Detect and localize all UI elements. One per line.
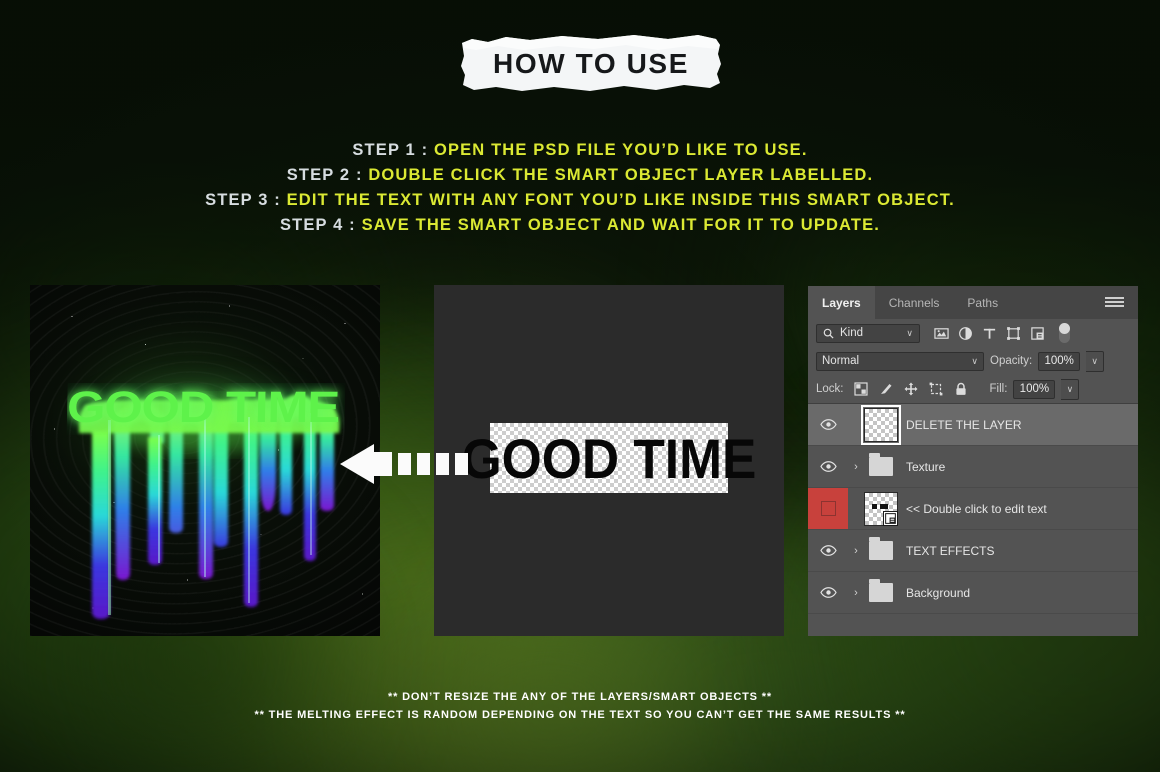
filter-icon-group: [934, 323, 1070, 343]
glyph-mark: [880, 503, 888, 509]
layer-list: DELETE THE LAYER › Texture << Double cli…: [808, 403, 1138, 614]
step-item: STEP 2 : DOUBLE CLICK THE SMART OBJECT L…: [0, 163, 1160, 188]
eye-icon: [819, 545, 837, 556]
chevron-right-icon[interactable]: ›: [848, 587, 864, 599]
layer-row-text-effects[interactable]: › TEXT EFFECTS: [808, 530, 1138, 572]
lock-transparent-pixels-icon[interactable]: [853, 382, 868, 396]
folder-icon: [869, 579, 893, 602]
footer-note: ** DON’T RESIZE THE ANY OF THE LAYERS/SM…: [387, 691, 773, 703]
step-item: STEP 4 : SAVE THE SMART OBJECT AND WAIT …: [0, 213, 1160, 238]
step-item: STEP 3 : EDIT THE TEXT WITH ANY FONT YOU…: [0, 188, 1160, 213]
panel-tab-bar: Layers Channels Paths: [808, 286, 1138, 319]
layer-row-texture[interactable]: › Texture: [808, 446, 1138, 488]
layer-visibility-toggle[interactable]: [808, 488, 848, 529]
tab-layers[interactable]: Layers: [808, 286, 875, 319]
smart-object-text: GOOD TIME: [461, 426, 757, 490]
layer-name: DELETE THE LAYER: [906, 417, 1022, 432]
layer-name: Background: [906, 585, 971, 600]
step-key: STEP 3 :: [205, 191, 281, 209]
lock-position-icon[interactable]: [904, 382, 918, 396]
adjustment-layer-filter-icon[interactable]: [958, 326, 973, 341]
pixel-layer-filter-icon[interactable]: [934, 326, 949, 341]
tab-channels[interactable]: Channels: [875, 286, 954, 319]
lock-label: Lock:: [816, 383, 844, 395]
footer-note: ** THE MELTING EFFECT IS RANDOM DEPENDIN…: [254, 709, 906, 721]
layer-filter-row: Kind ∨: [808, 319, 1138, 347]
steps-list: STEP 1 : OPEN THE PSD FILE YOU’D LIKE TO…: [0, 138, 1160, 238]
opacity-label: Opacity:: [990, 355, 1033, 367]
footer-notes: ** DON’T RESIZE THE ANY OF THE LAYERS/SM…: [0, 688, 1160, 724]
step-value: EDIT THE TEXT WITH ANY FONT YOU’D LIKE I…: [286, 191, 955, 209]
filter-kind-select[interactable]: Kind ∨: [816, 323, 920, 343]
lock-artboard-nesting-icon[interactable]: [929, 382, 943, 396]
chevron-down-icon[interactable]: ∨: [906, 328, 913, 339]
blend-mode-row: Normal ∨ Opacity: 100% ∨: [808, 347, 1138, 375]
layer-visibility-toggle[interactable]: [808, 404, 848, 445]
smart-object-canvas: GOOD TIME: [434, 285, 784, 636]
hidden-layer-marker-icon: [820, 501, 836, 516]
blend-mode-select[interactable]: Normal ∨: [816, 351, 984, 371]
smart-object-filter-icon[interactable]: [1030, 326, 1045, 341]
opacity-stepper[interactable]: ∨: [1086, 350, 1105, 372]
folder-icon: [869, 537, 893, 560]
tab-paths[interactable]: Paths: [953, 286, 1012, 319]
step-key: STEP 2 :: [286, 166, 363, 184]
lock-row: Lock: Fill: 100% ∨: [808, 375, 1138, 403]
type-layer-filter-icon[interactable]: [982, 326, 997, 341]
filter-enable-toggle[interactable]: [1059, 323, 1070, 343]
layer-row-double-click-to-edit-text[interactable]: << Double click to edit text: [808, 488, 1138, 530]
hamburger-icon: [1105, 297, 1124, 308]
thumbnail-text-glyph: [872, 503, 888, 509]
photoshop-layers-panel[interactable]: Layers Channels Paths Kind ∨ Normal ∨ Op…: [808, 286, 1138, 636]
step-value: DOUBLE CLICK THE SMART OBJECT LAYER LABE…: [368, 166, 874, 184]
layer-visibility-toggle[interactable]: [808, 530, 848, 571]
dashed-left-arrow-icon: [340, 444, 468, 484]
search-icon: [823, 328, 834, 339]
layer-row-delete-the-layer[interactable]: DELETE THE LAYER: [808, 404, 1138, 446]
glyph-mark: [872, 503, 877, 509]
step-key: STEP 1 :: [352, 141, 429, 159]
melting-text-artwork: [79, 395, 340, 619]
result-preview-image: GOOD TIME: [30, 285, 380, 636]
page-title: HOW TO USE: [493, 48, 689, 79]
opacity-value[interactable]: 100%: [1038, 351, 1081, 371]
eye-icon: [819, 587, 837, 598]
eye-icon: [819, 419, 837, 430]
title-tape: HOW TO USE: [458, 30, 724, 96]
lock-all-icon[interactable]: [954, 382, 968, 396]
smart-object-badge-icon: [883, 510, 898, 526]
layer-row-background[interactable]: › Background: [808, 572, 1138, 614]
layer-name: Texture: [906, 459, 946, 474]
layer-thumbnail[interactable]: [864, 491, 898, 526]
folder-icon: [869, 453, 893, 476]
layer-name: TEXT EFFECTS: [906, 543, 995, 558]
layer-name: << Double click to edit text: [906, 501, 1047, 516]
panel-menu-button[interactable]: [1099, 286, 1130, 319]
fill-label: Fill:: [989, 383, 1008, 395]
step-value: SAVE THE SMART OBJECT AND WAIT FOR IT TO…: [361, 216, 880, 234]
chevron-right-icon[interactable]: ›: [848, 461, 864, 473]
group-thumbnail[interactable]: [864, 537, 898, 560]
eye-icon: [819, 461, 837, 472]
fill-stepper[interactable]: ∨: [1061, 378, 1080, 400]
group-thumbnail[interactable]: [864, 453, 898, 476]
blend-mode-value: Normal: [822, 355, 860, 367]
group-thumbnail[interactable]: [864, 579, 898, 602]
step-item: STEP 1 : OPEN THE PSD FILE YOU’D LIKE TO…: [0, 138, 1160, 163]
chevron-right-icon[interactable]: ›: [848, 545, 864, 557]
filter-kind-label: Kind: [840, 327, 864, 339]
layer-thumbnail[interactable]: [861, 404, 901, 445]
shape-layer-filter-icon[interactable]: [1006, 326, 1021, 341]
preview-word: GOOD TIME: [66, 383, 340, 432]
step-key: STEP 4 :: [279, 216, 356, 234]
step-value: OPEN THE PSD FILE YOU’D LIKE TO USE.: [433, 141, 808, 159]
lock-image-pixels-icon[interactable]: [879, 382, 893, 396]
chevron-down-icon[interactable]: ∨: [971, 356, 978, 367]
smart-object-glyph-icon: [885, 512, 896, 524]
layer-visibility-toggle[interactable]: [808, 446, 848, 487]
layer-visibility-toggle[interactable]: [808, 572, 848, 613]
lock-icon-group: [853, 382, 968, 396]
fill-value[interactable]: 100%: [1013, 379, 1056, 399]
